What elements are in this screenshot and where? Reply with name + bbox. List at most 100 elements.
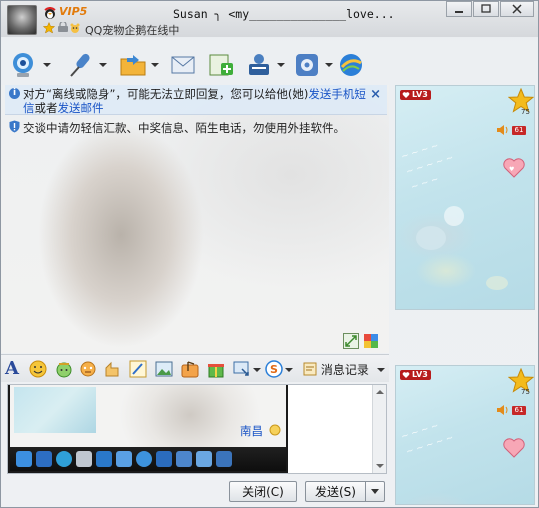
close-window-button[interactable] [500,1,534,17]
microphone-icon [70,53,90,77]
settings-tray-icon[interactable] [216,451,232,467]
cartoon-icon[interactable] [79,360,97,378]
mail-icon [171,56,195,74]
music-tray-icon[interactable] [136,451,152,467]
contact-avatar[interactable] [7,5,37,35]
contact-name: Susan ╮ <my______________love... [173,7,395,21]
close-icon [512,4,522,14]
phone-icon[interactable] [116,451,132,467]
remote-desktop-icon [249,54,269,75]
notice-text-1: 对方“离线或隐身”，可能无法立即回复，您可以给他(她) [23,87,309,101]
send-button[interactable]: 发送(S) [305,481,365,502]
minimize-button[interactable] [446,1,472,17]
sun-icon [269,424,281,436]
send-mail-button[interactable] [169,51,197,79]
love-heart-icon[interactable]: ♥ [502,156,526,180]
magic-emoji-icon[interactable] [55,360,73,378]
speaker-icon[interactable] [496,124,510,136]
love-heart-icon[interactable] [502,436,526,460]
bubble-decor [444,206,464,226]
history-dropdown-icon[interactable] [376,368,385,372]
payment-icon[interactable]: S [265,360,283,378]
qq-icon[interactable] [16,451,32,467]
browser-button[interactable] [337,51,365,79]
heart-icon [402,372,410,378]
mail-tray-icon[interactable] [196,451,212,467]
main-toolbar [1,45,381,85]
close-notice-icon[interactable]: × [370,87,381,102]
voice-button[interactable] [65,51,109,79]
online-status-icon[interactable] [57,22,69,34]
send-file-button[interactable] [119,51,161,79]
decorative-script: ~ ~ ~ ~ ~ ~ ~ ~ ~ [400,420,455,458]
search-icon[interactable] [36,451,52,467]
title-bar: VIP5 Susan ╮ <my______________love... QQ… [1,1,538,37]
message-history-label: 消息记录 [320,363,369,377]
security-warning: 交谈中请勿轻信汇款、中奖信息、陌生电话，勿使用外挂软件。 [5,119,385,135]
font-icon[interactable]: A [5,358,23,379]
video-button[interactable] [9,51,53,79]
bubble-decor [486,276,508,290]
picture-icon[interactable] [155,360,173,378]
color-palette-icon[interactable] [363,333,379,349]
message-input[interactable]: 南昌 [7,384,387,474]
remote-assist-button[interactable] [245,51,287,79]
settings-dropdown-icon[interactable] [325,63,333,67]
nudge-icon[interactable] [103,360,121,378]
create-group-button[interactable] [207,51,235,79]
offline-notice: i 对方“离线或隐身”，可能无法立即回复，您可以给他(她)发送手机短信或者发送邮… [5,85,387,115]
expand-icon[interactable] [343,333,359,349]
svg-text:S: S [270,363,278,376]
contacts-icon[interactable] [176,451,192,467]
input-scrollbar[interactable] [372,385,386,473]
file-dropdown-icon[interactable] [151,63,159,67]
message-history-button[interactable]: 消息记录 [303,361,385,378]
history-icon [303,362,317,376]
scribble-icon[interactable] [129,360,147,378]
quick-launch-tray [10,447,286,471]
photo-icon[interactable] [56,451,72,467]
level-badge-bottom: LV3 [400,370,431,380]
decorative-script: ~ ~ ~ ~ ~ ~ ~ ~ ~ ~ ~ ~ [400,140,455,193]
voice-dropdown-icon[interactable] [99,63,107,67]
gear-icon [296,54,318,76]
vip-level: VIP5 [59,5,88,18]
app-settings-button[interactable] [293,51,335,79]
notice-text-2: 或者 [34,101,58,115]
scroll-up-icon[interactable] [376,390,384,394]
gift-icon[interactable] [207,360,225,378]
svg-text:♥: ♥ [509,166,514,173]
remote-dropdown-icon[interactable] [277,63,285,67]
send-options-button[interactable] [365,481,385,502]
chat-thumbnail [14,387,96,433]
screenshot-icon[interactable] [233,360,251,378]
offline-notice-text: 对方“离线或隐身”，可能无法立即回复，您可以给他(她)发送手机短信或者发送邮件 [23,87,368,115]
scroll-down-icon[interactable] [376,464,384,468]
close-button[interactable]: 关闭(C) [229,481,297,502]
shield-tray-icon[interactable] [76,451,92,467]
message-history[interactable]: i 对方“离线或隐身”，可能无法立即回复，您可以给他(她)发送手机短信或者发送邮… [1,85,389,353]
emoji-icon[interactable] [29,360,47,378]
add-group-icon [209,54,233,76]
video-dropdown-icon[interactable] [43,63,51,67]
contact-show-bottom[interactable]: LV3 75 61 ~ ~ ~ ~ ~ ~ ~ ~ ~ [395,365,535,505]
vip-penguin-icon [44,7,56,19]
send-email-link[interactable]: 发送邮件 [58,101,104,115]
contact-show-top[interactable]: LV3 75 61 ♥ ~ ~ ~ ~ ~ ~ ~ ~ ~ ~ ~ ~ [395,85,535,310]
game-icon[interactable] [96,451,112,467]
star-count-bottom: 75 [521,388,530,396]
speaker-icon[interactable] [496,404,510,416]
music-icon[interactable] [181,360,199,378]
pet-icon[interactable] [69,22,81,34]
video-tray-icon[interactable] [156,451,172,467]
info-icon: i [9,88,20,99]
webcam-icon [13,53,33,77]
payment-dropdown-icon[interactable] [285,368,293,372]
badge-count-top: 61 [512,126,526,135]
signature-name: 南昌 [240,424,263,438]
bubble-decor [416,226,446,250]
level-text-bottom: LV3 [412,370,428,379]
screenshot-dropdown-icon[interactable] [253,368,261,372]
maximize-button[interactable] [473,1,499,17]
shield-icon [9,120,20,133]
